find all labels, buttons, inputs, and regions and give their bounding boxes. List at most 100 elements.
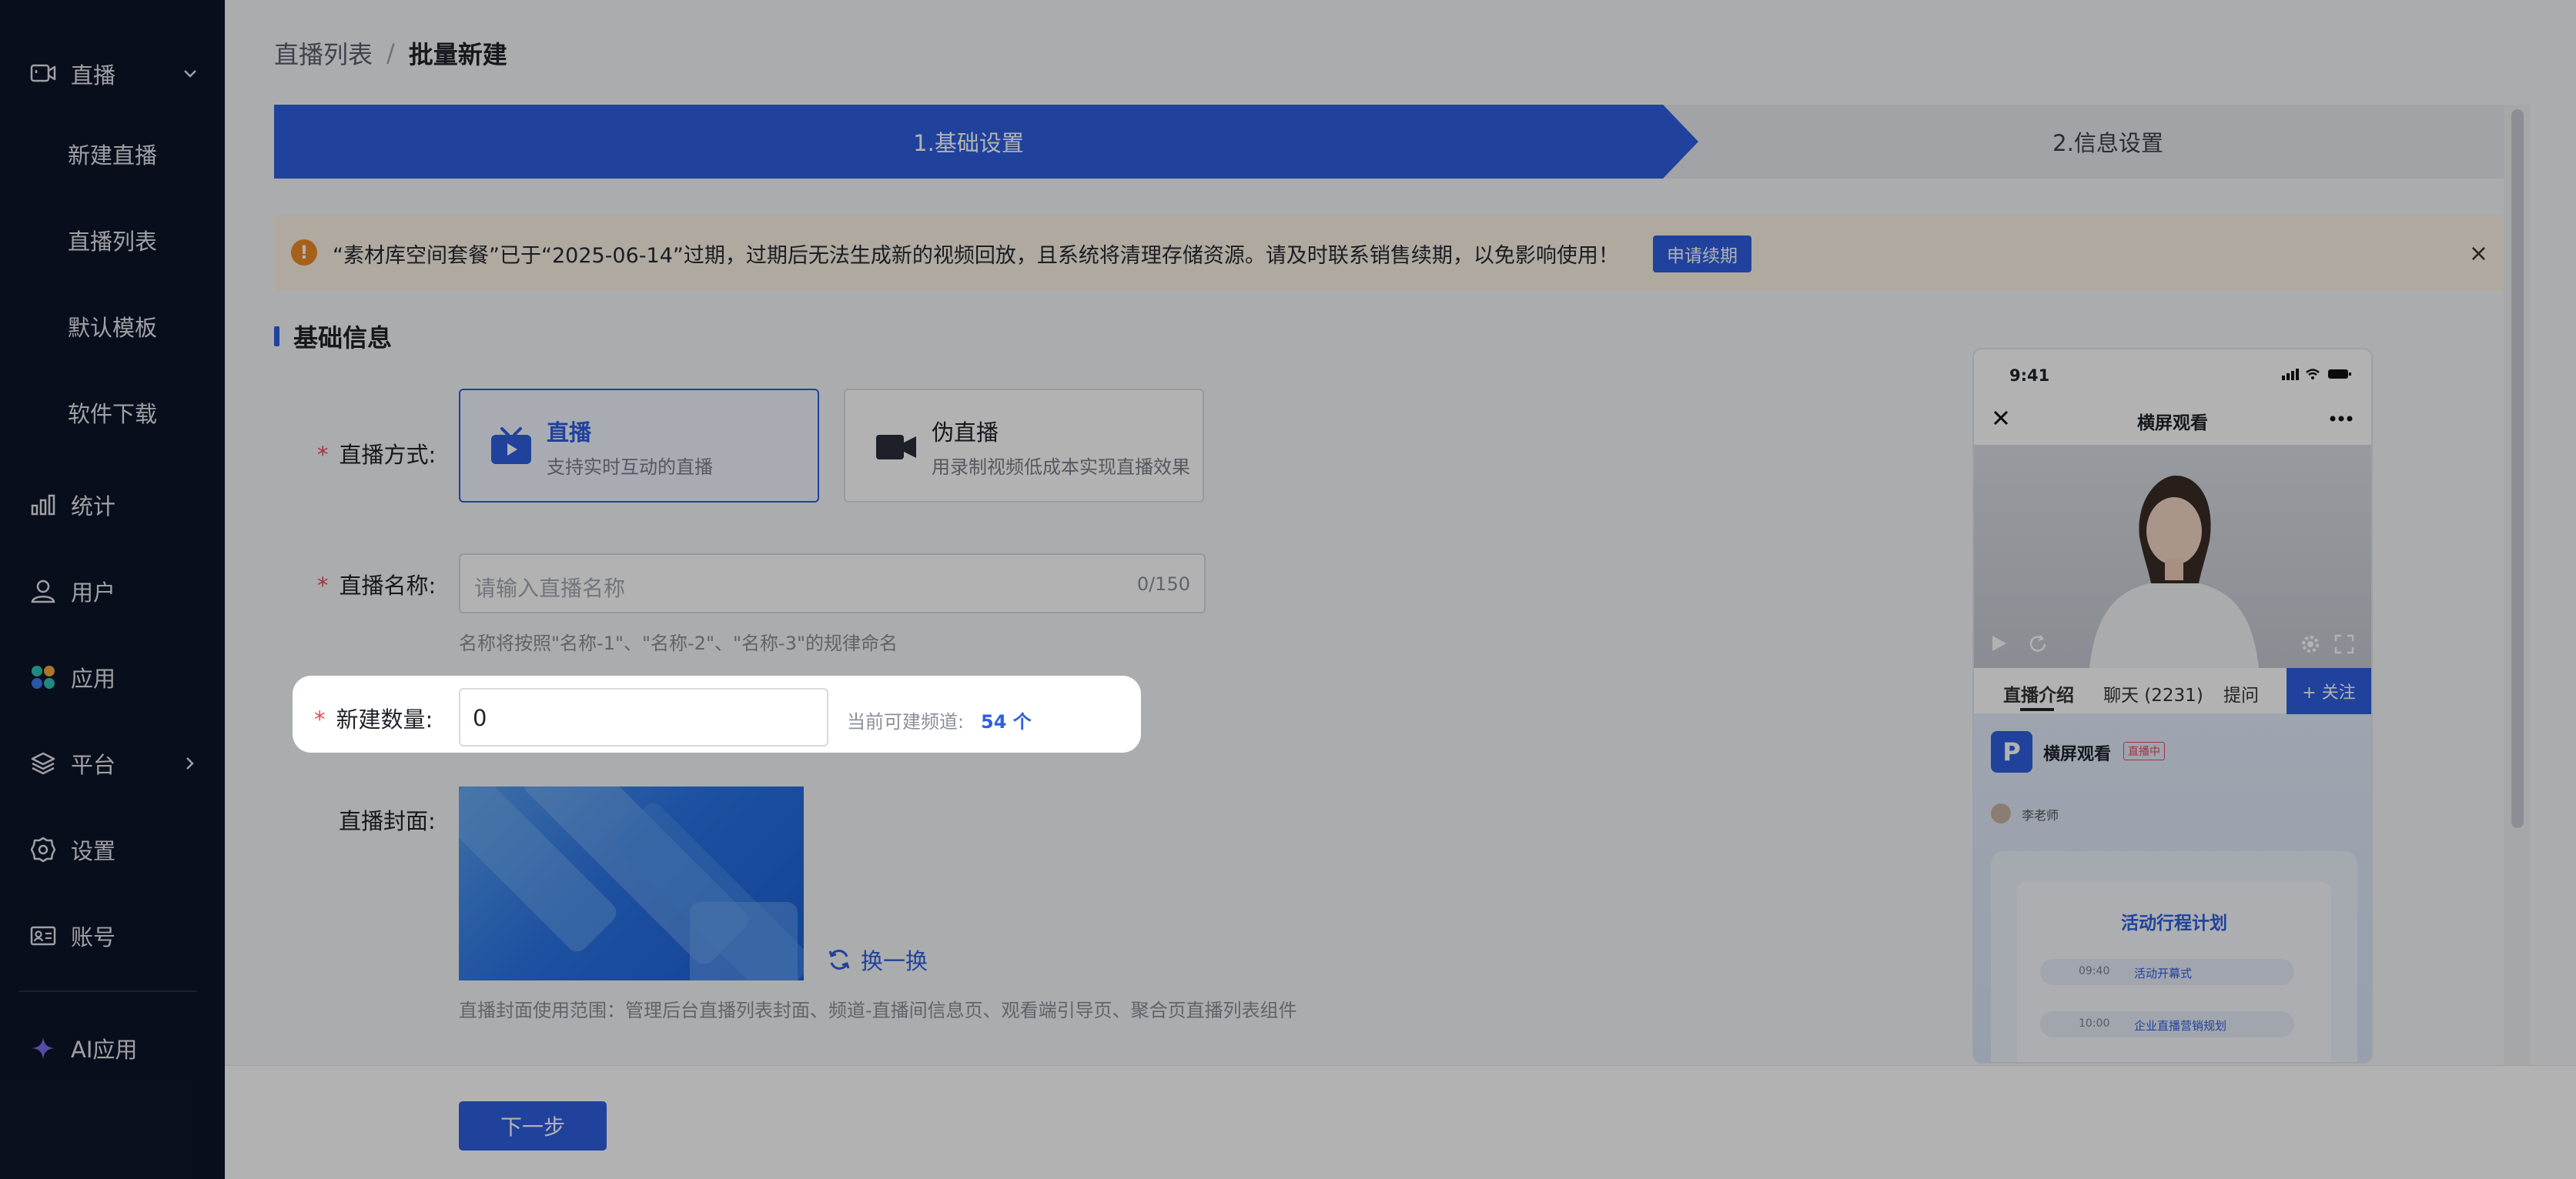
- schedule-item: 企业直播营销规划: [2134, 1019, 2227, 1033]
- alert-message: “素材库空间套餐”已于“2025-06-14”过期，过期后无法生成新的视频回放，…: [333, 243, 1619, 268]
- cover-image[interactable]: [459, 787, 804, 980]
- next-step-button[interactable]: 下一步: [459, 1101, 607, 1151]
- gear-icon: [29, 836, 57, 863]
- nav-platform-label: 平台: [71, 752, 116, 778]
- nav-live[interactable]: 直播: [0, 43, 225, 105]
- nav-ai-apps[interactable]: AI应用: [0, 1017, 225, 1079]
- fullscreen-icon: [2334, 634, 2354, 654]
- schedule-time: 09:40: [2079, 965, 2110, 977]
- phone-follow-button[interactable]: + 关注: [2287, 668, 2371, 714]
- nav-platform[interactable]: 平台: [0, 733, 225, 794]
- chevron-down-icon: [182, 65, 199, 82]
- phone-tab-intro[interactable]: 直播介绍: [2003, 680, 2074, 706]
- breadcrumb-parent[interactable]: 直播列表: [274, 35, 373, 71]
- required-mark: *: [317, 442, 329, 468]
- sparkle-icon: [29, 1034, 57, 1062]
- name-label: * 直播名称:: [317, 568, 436, 600]
- count-label: * 新建数量:: [314, 702, 433, 734]
- nav-users-label: 用户: [71, 579, 116, 606]
- reload-icon: [2029, 635, 2046, 652]
- cover-pattern: [459, 787, 804, 980]
- video-camera-icon: [876, 435, 916, 459]
- phone-tab-chat[interactable]: 聊天 (2231): [2103, 680, 2203, 706]
- breadcrumb-current: 批量新建: [408, 40, 507, 69]
- schedule-title: 活动行程计划: [2121, 913, 2227, 934]
- nav-users[interactable]: 用户: [0, 560, 225, 622]
- more-icon: [2330, 416, 2353, 422]
- gear-icon: [2302, 636, 2319, 653]
- nav-account-label: 账号: [71, 924, 116, 950]
- phone-tab-questions[interactable]: 提问: [2223, 680, 2259, 706]
- mode-label: * 直播方式:: [317, 437, 436, 469]
- close-icon[interactable]: ×: [2469, 240, 2488, 267]
- nav-live-label: 直播: [71, 62, 116, 89]
- live-name-input[interactable]: 请输入直播名称 0/150: [459, 553, 1206, 613]
- chevron-right-icon: [182, 755, 199, 772]
- phone-video: [1974, 445, 2371, 668]
- schedule-row: 10:00 企业直播营销规划: [2040, 1011, 2294, 1037]
- name-label-text: 直播名称:: [339, 573, 437, 599]
- step-1-label: 1.基础设置: [913, 130, 1024, 156]
- quantity-input[interactable]: 0: [459, 688, 828, 746]
- nav-apps[interactable]: 应用: [0, 646, 225, 708]
- available-channels-value: 54 个: [981, 711, 1032, 733]
- sidebar-divider: [18, 990, 197, 992]
- swap-cover-button[interactable]: 换一换: [827, 944, 928, 976]
- apps-grid-icon: [29, 663, 57, 691]
- breadcrumb: 直播列表 / 批量新建: [274, 35, 507, 71]
- nav-ai-apps-label: AI应用: [71, 1037, 138, 1063]
- schedule-row: 09:40 活动开幕式: [2040, 959, 2294, 985]
- available-channels-label: 当前可建频道:: [847, 711, 965, 733]
- phone-tabs: 直播介绍 聊天 (2231) 提问 + 关注: [1974, 668, 2371, 714]
- section-accent-bar: [274, 326, 279, 346]
- tour-spotlight: * 新建数量: 0 当前可建频道: 54 个: [293, 676, 1141, 753]
- schedule-item: 活动开幕式: [2134, 967, 2193, 980]
- nav-stats[interactable]: 统计: [0, 474, 225, 536]
- nav-apps-label: 应用: [71, 666, 116, 692]
- cover-hint: 直播封面使用范围：管理后台直播列表封面、频道-直播间信息页、观看端引导页、聚合页…: [459, 1000, 1297, 1021]
- required-mark: *: [314, 706, 326, 733]
- live-name-counter: 0/150: [1136, 573, 1190, 595]
- mode-card-pseudo-live[interactable]: 伪直播 用录制视频低成本实现直播效果: [844, 389, 1204, 503]
- sidebar: 直播 新建直播 直播列表 默认模板 软件下载 统计 用户 应用 平台 设置 账号…: [0, 0, 225, 1179]
- layers-icon: [29, 750, 57, 777]
- nav-sub-live-list[interactable]: 直播列表: [68, 217, 157, 263]
- teacher-name: 李老师: [2022, 808, 2059, 823]
- cover-label: 直播封面:: [339, 808, 436, 834]
- phone-preview: 9:41 横屏观看 直播介绍 聊天 (2231) 提问 + 关注 P 横屏观看 …: [1972, 348, 2373, 1064]
- schedule-inner: 活动行程计划 09:40 活动开幕式 10:00 企业直播营销规划: [2017, 882, 2331, 1062]
- play-icon: [1992, 636, 2006, 651]
- phone-status-bar: 9:41: [1974, 349, 2371, 392]
- phone-title: 横屏观看: [2137, 413, 2208, 433]
- nav-sub-software-download[interactable]: 软件下载: [68, 389, 157, 436]
- name-hint: 名称将按照"名称-1"、"名称-2"、"名称-3"的规律命名: [459, 633, 898, 654]
- step-2-label: 2.信息设置: [2052, 130, 2163, 156]
- live-camera-icon: [29, 60, 57, 88]
- phone-channel-name: 横屏观看: [2043, 745, 2112, 764]
- main-content: 直播列表 / 批量新建 1.基础设置 2.信息设置 ! “素材库空间套餐”已于“…: [225, 0, 2576, 1179]
- section-title: 基础信息: [274, 319, 392, 354]
- nav-sub-default-template[interactable]: 默认模板: [68, 303, 157, 349]
- swap-cover-label: 换一换: [861, 948, 928, 974]
- user-icon: [29, 577, 57, 605]
- nav-sub-new-live[interactable]: 新建直播: [68, 131, 157, 177]
- nav-stats-label: 统计: [71, 493, 116, 519]
- mode-pseudo-title: 伪直播: [932, 419, 999, 446]
- refresh-icon: [828, 950, 850, 970]
- renew-button[interactable]: 申请续期: [1653, 235, 1751, 272]
- channel-logo: P: [1991, 731, 2032, 773]
- live-name-placeholder: 请输入直播名称: [474, 576, 626, 601]
- warning-icon: !: [291, 239, 317, 266]
- mode-live-title: 直播: [547, 419, 592, 446]
- nav-settings[interactable]: 设置: [0, 819, 225, 880]
- tv-icon: [491, 427, 531, 464]
- mode-pseudo-desc: 用录制视频低成本实现直播效果: [932, 456, 1190, 478]
- scrollbar-thumb[interactable]: [2511, 109, 2524, 828]
- nav-account[interactable]: 账号: [0, 905, 225, 967]
- required-mark: *: [317, 573, 329, 599]
- schedule-card: 活动行程计划 09:40 活动开幕式 10:00 企业直播营销规划: [1991, 851, 2357, 1062]
- quantity-value: 0: [473, 705, 487, 731]
- mode-live-desc: 支持实时互动的直播: [547, 456, 713, 478]
- mode-card-live[interactable]: 直播 支持实时互动的直播: [459, 389, 819, 503]
- section-title-text: 基础信息: [293, 323, 393, 352]
